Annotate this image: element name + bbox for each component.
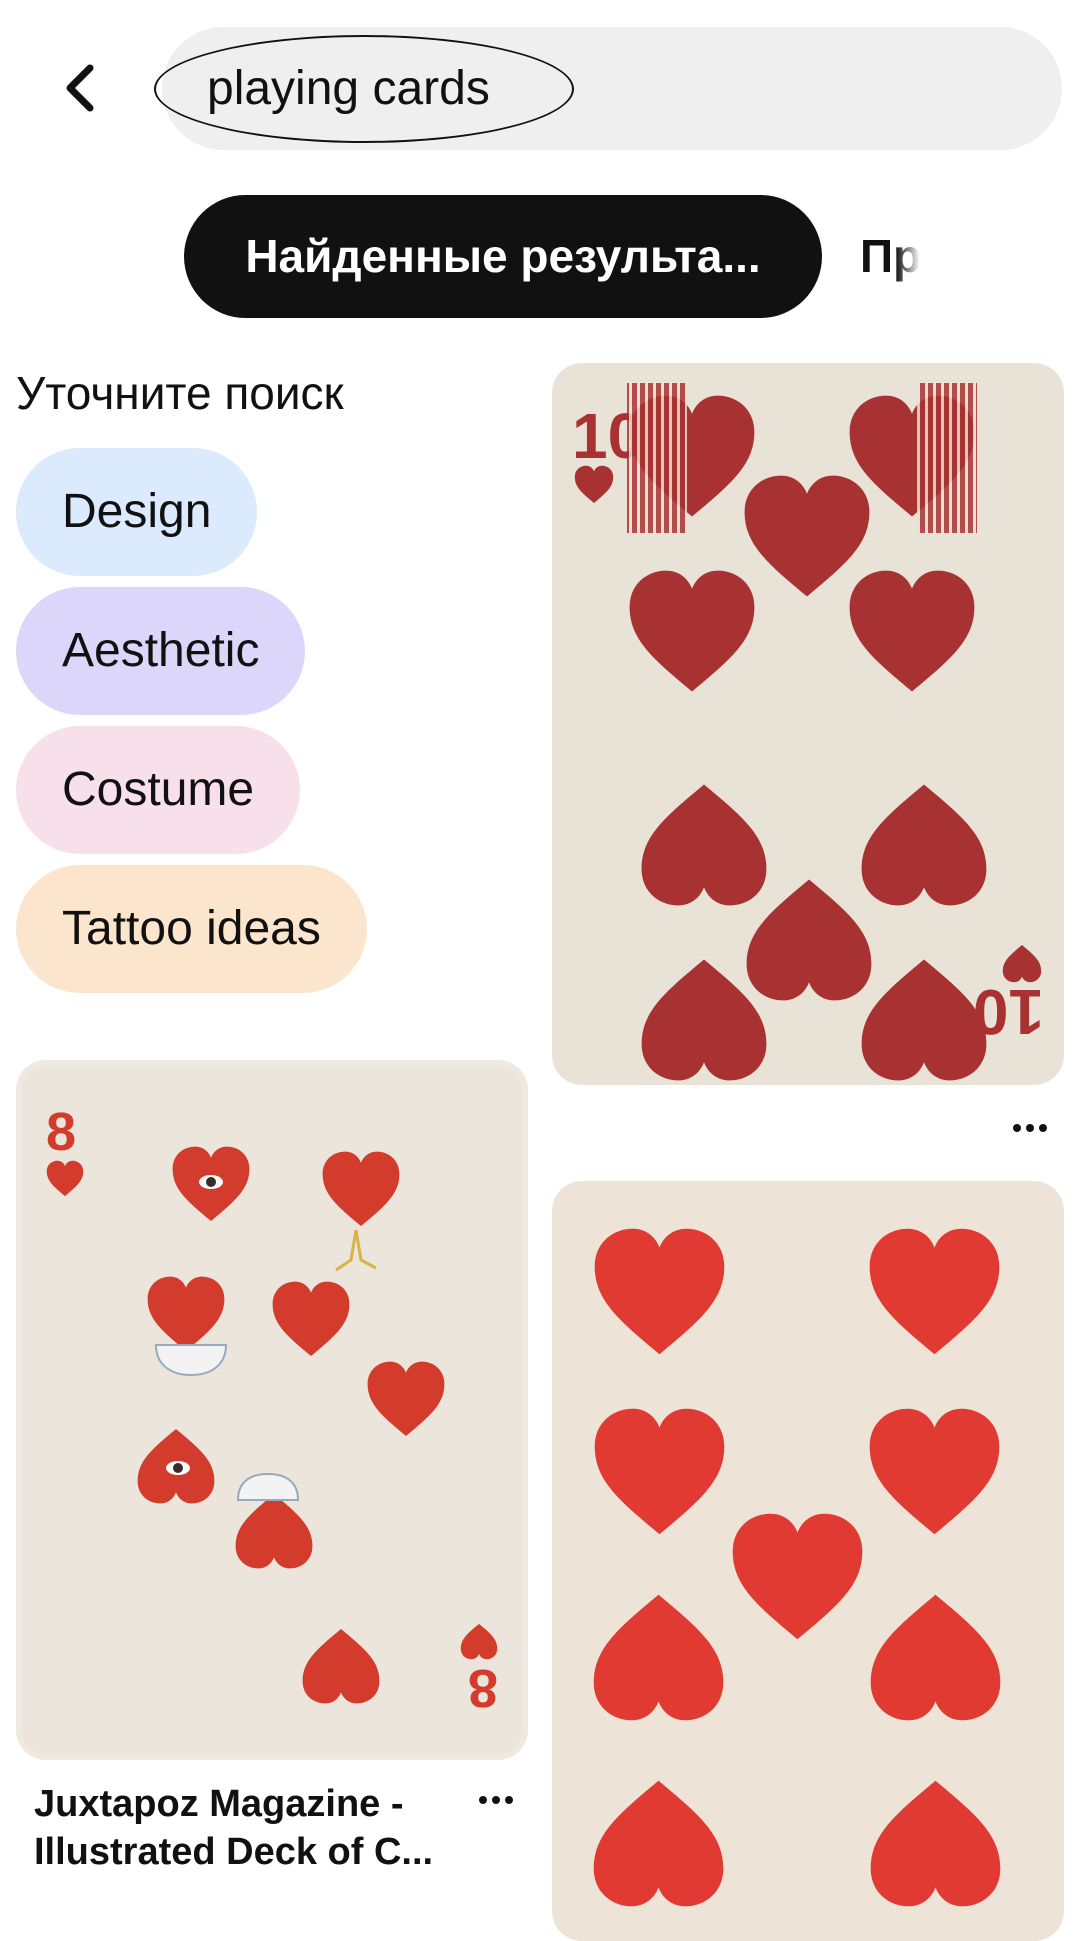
back-button[interactable] [50, 58, 110, 118]
more-dot [505, 1796, 513, 1804]
svg-text:10: 10 [973, 976, 1044, 1048]
pin-eight-of-hearts[interactable]: 8 8 [16, 1060, 528, 1760]
tab-found-results[interactable]: Найденные результа... [184, 195, 822, 318]
pin-ten-of-hearts[interactable]: 10 10 [552, 363, 1064, 1085]
pin-ten-of-hearts-more-button[interactable] [1000, 1108, 1060, 1148]
pin-eight-of-hearts-title[interactable]: Juxtapoz Magazine - Illustrated Deck of … [34, 1780, 464, 1876]
more-dot [492, 1796, 500, 1804]
more-dot [1013, 1124, 1021, 1132]
chip-costume[interactable]: Costume [16, 726, 301, 854]
svg-text:8: 8 [46, 1102, 76, 1162]
search-input[interactable]: playing cards [154, 27, 1062, 150]
more-dot [1026, 1124, 1034, 1132]
pin-eight-of-hearts-more-button[interactable] [466, 1780, 526, 1820]
more-dot [1039, 1124, 1047, 1132]
refine-search-heading: Уточните поиск [16, 367, 344, 419]
antique-hearts-card-image [552, 1181, 1064, 1941]
chip-design[interactable]: Design [16, 448, 258, 576]
ten-of-hearts-card-image: 10 10 [552, 363, 1064, 1085]
chip-aesthetic[interactable]: Aesthetic [16, 587, 306, 715]
eight-of-hearts-card-image: 8 8 [16, 1060, 528, 1760]
tab-fade [896, 195, 920, 320]
chip-tattoo-ideas[interactable]: Tattoo ideas [16, 865, 367, 993]
more-dot [479, 1796, 487, 1804]
result-tabs: Найденные результа... Пр [184, 195, 920, 320]
chevron-left-icon [66, 64, 94, 112]
search-query-text: playing cards [207, 62, 490, 115]
pin-antique-hearts[interactable] [552, 1181, 1064, 1941]
svg-text:8: 8 [468, 1658, 498, 1718]
